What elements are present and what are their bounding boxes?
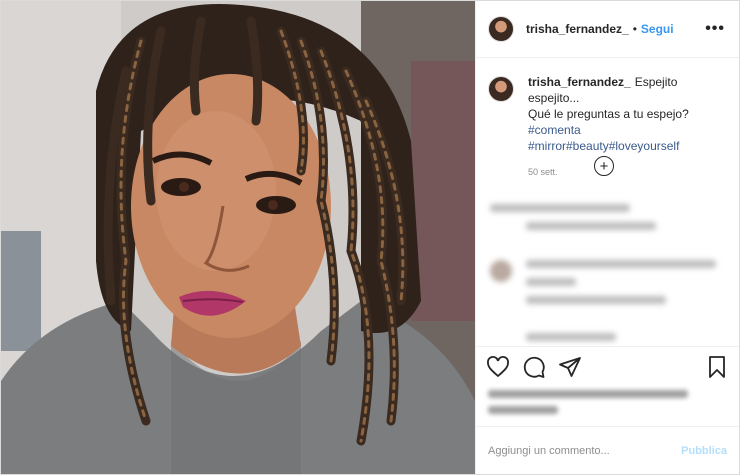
post-sidebar: trisha_fernandez_ • Segui ••• trisha_fer… — [475, 1, 739, 474]
blurred-likes-meta — [476, 386, 739, 426]
comment-icon[interactable] — [522, 355, 546, 379]
post-header: trisha_fernandez_ • Segui ••• — [476, 1, 739, 58]
share-icon[interactable] — [558, 355, 582, 379]
separator-dot: • — [632, 22, 637, 36]
hashtag-beauty[interactable]: #beauty — [566, 139, 609, 153]
post-age[interactable]: 50 sett. — [528, 164, 727, 180]
post-photo[interactable] — [1, 1, 475, 474]
author-avatar[interactable] — [488, 16, 514, 42]
blurred-comment — [490, 333, 730, 346]
follow-button[interactable]: Segui — [641, 22, 674, 36]
add-comment-bar: Pubblica — [476, 426, 739, 474]
plus-circle-icon[interactable]: + — [594, 156, 614, 176]
caption-avatar[interactable] — [488, 76, 514, 102]
blurred-comment — [490, 204, 730, 240]
hashtag-comenta[interactable]: #comenta — [528, 122, 727, 138]
publish-button[interactable]: Pubblica — [681, 445, 727, 457]
portrait-image — [1, 1, 475, 474]
comments-area[interactable]: trisha_fernandez_ Espejito espejito... Qu… — [476, 58, 739, 346]
post-container: trisha_fernandez_ • Segui ••• trisha_fer… — [0, 0, 740, 475]
caption-username[interactable]: trisha_fernandez_ — [528, 75, 631, 89]
heart-icon[interactable] — [486, 355, 510, 379]
hashtag-mirror[interactable]: #mirror — [528, 139, 566, 153]
hashtag-row: #mirror#beauty#loveyourself — [528, 138, 727, 154]
hashtag-loveyourself[interactable]: #loveyourself — [609, 139, 680, 153]
blurred-comment — [490, 260, 730, 320]
bookmark-icon[interactable] — [705, 355, 729, 379]
author-username[interactable]: trisha_fernandez_ — [526, 22, 629, 36]
more-options-icon[interactable]: ••• — [705, 20, 725, 38]
caption-text-line2: Qué le preguntas a tu espejo? — [528, 107, 689, 121]
caption-body: trisha_fernandez_ Espejito espejito... Qu… — [528, 74, 727, 180]
comment-input[interactable] — [488, 444, 682, 457]
action-bar — [476, 346, 739, 386]
